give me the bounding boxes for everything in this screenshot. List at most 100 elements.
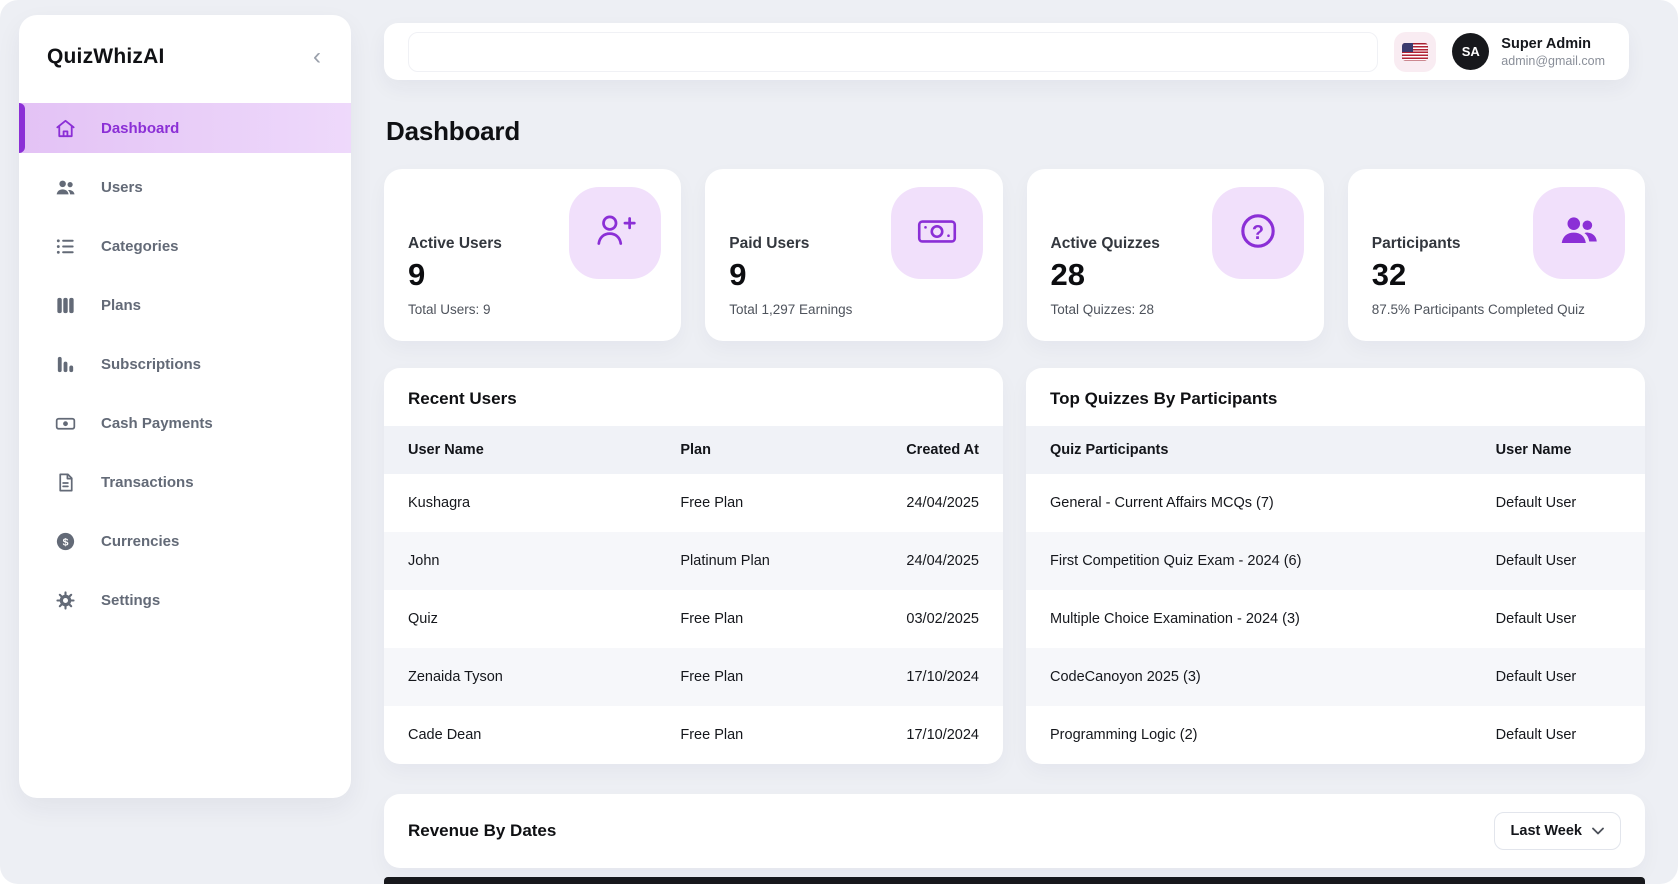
sidebar-item-label: Cash Payments: [101, 415, 213, 432]
chevron-down-icon: [1592, 823, 1604, 839]
cell-plan: Free Plan: [656, 590, 848, 648]
cell-user-name: Cade Dean: [384, 706, 656, 764]
cell-user-name: Default User: [1472, 706, 1645, 764]
chevron-left-icon: ‹: [313, 43, 321, 70]
sidebar-item-dashboard[interactable]: Dashboard: [19, 103, 351, 153]
table-header-row: User Name Plan Created At: [384, 426, 1003, 474]
sidebar-item-label: Settings: [101, 592, 160, 609]
cell-user-name: Default User: [1472, 532, 1645, 590]
column-header: User Name: [1472, 426, 1645, 474]
cell-plan: Free Plan: [656, 474, 848, 532]
table-row: General - Current Affairs MCQs (7) Defau…: [1026, 474, 1645, 532]
stat-subtext: Total 1,297 Earnings: [729, 302, 978, 317]
stat-card-paid-users: Paid Users 9 Total 1,297 Earnings: [705, 169, 1002, 341]
profile-menu[interactable]: SA Super Admin admin@gmail.com: [1452, 33, 1605, 70]
cell-plan: Free Plan: [656, 648, 848, 706]
sidebar-item-label: Dashboard: [101, 120, 179, 137]
cell-quiz-name: Multiple Choice Examination - 2024 (3): [1026, 590, 1472, 648]
us-flag-icon: [1402, 43, 1428, 61]
cell-created-at: 24/04/2025: [848, 474, 1003, 532]
cell-quiz-name: General - Current Affairs MCQs (7): [1026, 474, 1472, 532]
main-area: SA Super Admin admin@gmail.com Dashboard: [351, 0, 1645, 884]
cell-plan: Free Plan: [656, 706, 848, 764]
table-row: John Platinum Plan 24/04/2025: [384, 532, 1003, 590]
sidebar-item-label: Transactions: [101, 474, 194, 491]
page-title: Dashboard: [386, 116, 1645, 147]
banknote-icon: [914, 208, 960, 259]
revenue-title: Revenue By Dates: [408, 821, 556, 841]
search-input[interactable]: [408, 32, 1378, 72]
sidebar-item-settings[interactable]: Settings: [19, 575, 351, 625]
sidebar-nav: Dashboard Users Categories Plans: [19, 103, 351, 625]
sidebar-item-users[interactable]: Users: [19, 162, 351, 212]
gear-icon: [54, 589, 77, 612]
table-row: Multiple Choice Examination - 2024 (3) D…: [1026, 590, 1645, 648]
stat-icon-tile: ?: [1212, 187, 1304, 279]
cell-created-at: 03/02/2025: [848, 590, 1003, 648]
stat-subtext: Total Quizzes: 28: [1051, 302, 1300, 317]
receipt-icon: [54, 471, 77, 494]
table-row: Kushagra Free Plan 24/04/2025: [384, 474, 1003, 532]
sidebar-header: QuizWhizAI ‹: [19, 15, 351, 77]
stat-card-active-quizzes: ? Active Quizzes 28 Total Quizzes: 28: [1027, 169, 1324, 341]
users-icon: [54, 176, 77, 199]
cell-created-at: 24/04/2025: [848, 532, 1003, 590]
cell-quiz-name: First Competition Quiz Exam - 2024 (6): [1026, 532, 1472, 590]
stats-row: Active Users 9 Total Users: 9 Paid Users…: [384, 169, 1645, 341]
date-range-dropdown[interactable]: Last Week: [1494, 812, 1621, 850]
content: Dashboard Active Users 9 Total Users: 9: [351, 80, 1645, 884]
cell-user-name: John: [384, 532, 656, 590]
sidebar-item-transactions[interactable]: Transactions: [19, 457, 351, 507]
stat-subtext: Total Users: 9: [408, 302, 657, 317]
banknote-icon: [54, 412, 77, 435]
dollar-circle-icon: $: [54, 530, 77, 553]
column-header: Plan: [656, 426, 848, 474]
chart-bars-icon: [54, 353, 77, 376]
sidebar-item-plans[interactable]: Plans: [19, 280, 351, 330]
sidebar-item-currencies[interactable]: $ Currencies: [19, 516, 351, 566]
recent-users-card: Recent Users User Name Plan Created At K…: [384, 368, 1003, 764]
revenue-card: Revenue By Dates Last Week: [384, 794, 1645, 868]
sidebar-item-subscriptions[interactable]: Subscriptions: [19, 339, 351, 389]
column-header: Quiz Participants: [1026, 426, 1472, 474]
question-circle-icon: ?: [1235, 208, 1281, 259]
app-logo: QuizWhizAI: [47, 45, 164, 69]
svg-text:?: ?: [1252, 221, 1264, 243]
table-row: First Competition Quiz Exam - 2024 (6) D…: [1026, 532, 1645, 590]
column-header: Created At: [848, 426, 1003, 474]
app-background: QuizWhizAI ‹ Dashboard Users: [0, 0, 1678, 884]
cell-quiz-name: Programming Logic (2): [1026, 706, 1472, 764]
sidebar-item-label: Categories: [101, 238, 179, 255]
sidebar-collapse-button[interactable]: ‹: [309, 45, 325, 69]
sidebar-item-categories[interactable]: Categories: [19, 221, 351, 271]
sidebar-item-cash-payments[interactable]: Cash Payments: [19, 398, 351, 448]
recent-users-title: Recent Users: [384, 368, 1003, 426]
cell-quiz-name: CodeCanoyon 2025 (3): [1026, 648, 1472, 706]
sidebar-item-label: Currencies: [101, 533, 179, 550]
cell-plan: Platinum Plan: [656, 532, 848, 590]
cell-user-name: Default User: [1472, 474, 1645, 532]
column-header: User Name: [384, 426, 656, 474]
user-plus-icon: [592, 208, 638, 259]
language-selector[interactable]: [1394, 32, 1436, 72]
stat-card-active-users: Active Users 9 Total Users: 9: [384, 169, 681, 341]
cell-created-at: 17/10/2024: [848, 648, 1003, 706]
stat-icon-tile: [891, 187, 983, 279]
top-quizzes-card: Top Quizzes By Participants Quiz Partici…: [1026, 368, 1645, 764]
home-icon: [54, 117, 77, 140]
cell-created-at: 17/10/2024: [848, 706, 1003, 764]
topbar: SA Super Admin admin@gmail.com: [384, 23, 1629, 80]
avatar: SA: [1452, 33, 1489, 70]
cell-user-name: Default User: [1472, 590, 1645, 648]
tables-row: Recent Users User Name Plan Created At K…: [384, 368, 1645, 764]
table-row: Programming Logic (2) Default User: [1026, 706, 1645, 764]
table-header-row: Quiz Participants User Name: [1026, 426, 1645, 474]
cell-user-name: Zenaida Tyson: [384, 648, 656, 706]
stat-icon-tile: [569, 187, 661, 279]
profile-name: Super Admin: [1501, 36, 1605, 52]
sidebar-item-label: Plans: [101, 297, 141, 314]
table-row: Zenaida Tyson Free Plan 17/10/2024: [384, 648, 1003, 706]
sidebar: QuizWhizAI ‹ Dashboard Users: [19, 15, 351, 798]
recent-users-table: User Name Plan Created At Kushagra Free …: [384, 426, 1003, 764]
profile-email: admin@gmail.com: [1501, 54, 1605, 68]
